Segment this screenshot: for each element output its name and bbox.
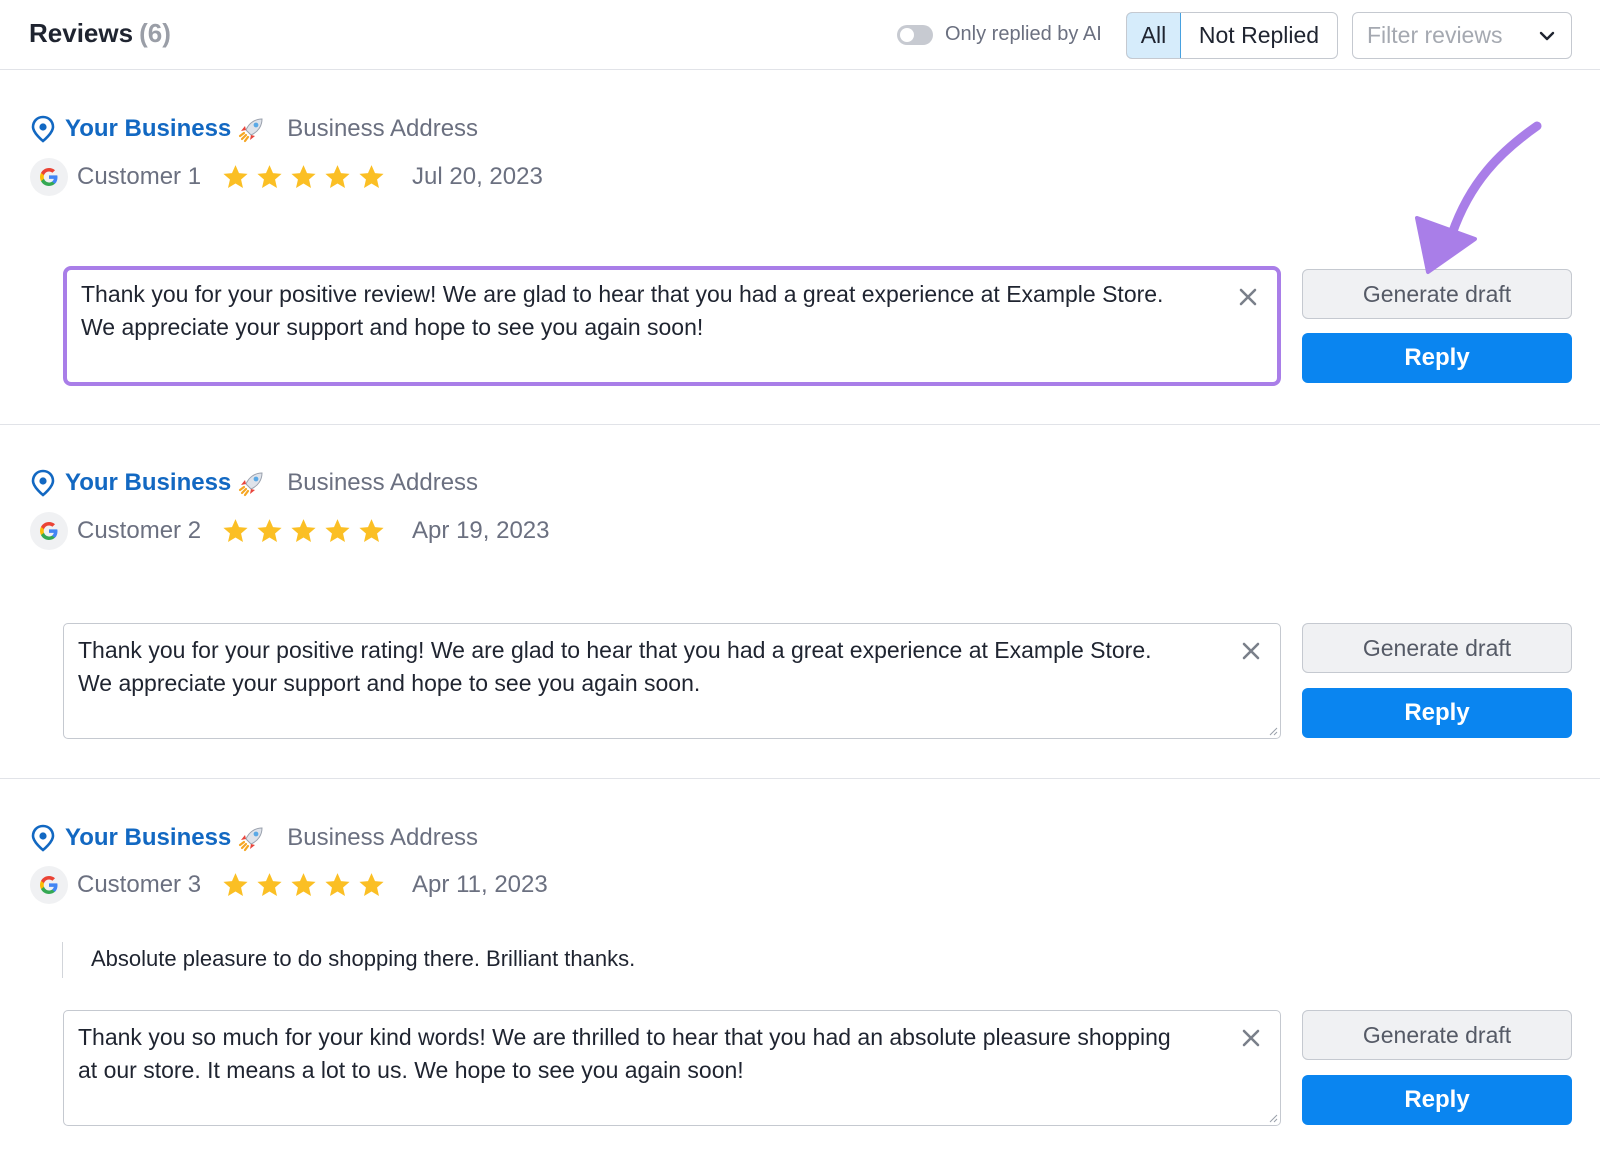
business-address: Business Address (287, 469, 479, 496)
google-icon (30, 158, 68, 196)
annotation-arrow-icon (1415, 121, 1542, 274)
review-date: Jul 20, 2023 (412, 163, 543, 190)
rocket-icon (239, 472, 263, 497)
filter-reviews-placeholder: Filter reviews (1367, 22, 1503, 48)
customer-name: Customer 2 (77, 517, 202, 544)
review-date: Apr 11, 2023 (412, 871, 548, 898)
customer-row: Customer 2 Apr 19, 2023 (30, 511, 549, 551)
clear-draft-icon[interactable] (1240, 1027, 1262, 1049)
star-rating (221, 871, 386, 900)
generate-draft-button[interactable]: Generate draft (1302, 1010, 1572, 1060)
star-icon (291, 872, 316, 896)
star-icon (223, 872, 248, 896)
business-name-link[interactable]: Your Business (65, 824, 231, 852)
rocket-icon (239, 827, 263, 852)
star-icon (291, 164, 316, 188)
business-name-link[interactable]: Your Business (65, 469, 231, 497)
ai-replied-toggle[interactable] (897, 25, 933, 45)
star-rating (221, 163, 386, 192)
page-title: Reviews (6) (29, 18, 171, 49)
customer-row: Customer 1 Jul 20, 2023 (30, 157, 543, 197)
review-count: (6) (139, 18, 171, 48)
business-name-link[interactable]: Your Business (65, 115, 231, 143)
location-pin-icon (31, 115, 55, 143)
segment-all[interactable]: All (1127, 13, 1181, 58)
resize-handle-icon[interactable] (1268, 726, 1278, 736)
customer-name: Customer 3 (77, 871, 202, 898)
star-icon (325, 164, 350, 188)
star-icon (359, 872, 384, 896)
filter-reviews-dropdown[interactable]: Filter reviews (1352, 12, 1572, 59)
review-card: Your Business Business Address Customer … (0, 425, 1600, 779)
rocket-icon (239, 118, 263, 143)
review-quote: Absolute pleasure to do shopping there. … (62, 942, 635, 978)
star-icon (359, 518, 384, 542)
review-text: Absolute pleasure to do shopping there. … (91, 946, 636, 971)
reply-draft-textarea[interactable]: Thank you for your positive review! We a… (63, 266, 1281, 386)
location-pin-icon (31, 469, 55, 497)
customer-name: Customer 1 (77, 163, 202, 190)
review-card: Your Business Business Address Customer … (0, 779, 1600, 1163)
reply-draft-text[interactable]: Thank you so much for your kind words! W… (78, 1021, 1178, 1087)
star-icon (291, 518, 316, 542)
review-date: Apr 19, 2023 (412, 517, 550, 544)
reply-draft-textarea[interactable]: Thank you so much for your kind words! W… (63, 1010, 1281, 1126)
google-icon (30, 512, 68, 550)
star-icon (223, 164, 248, 188)
review-card: Your Business Business Address Customer … (0, 70, 1600, 425)
business-address: Business Address (287, 824, 479, 851)
resize-handle-icon[interactable] (1268, 1113, 1278, 1123)
reply-button[interactable]: Reply (1302, 333, 1572, 383)
star-icon (257, 164, 282, 188)
business-row: Your Business Business Address (30, 114, 478, 144)
page-title-text: Reviews (29, 18, 134, 48)
clear-draft-icon[interactable] (1237, 286, 1259, 308)
star-icon (325, 872, 350, 896)
reply-draft-text[interactable]: Thank you for your positive rating! We a… (78, 634, 1178, 700)
segment-not-replied[interactable]: Not Replied (1181, 13, 1337, 58)
reply-button[interactable]: Reply (1302, 1075, 1572, 1125)
star-icon (223, 518, 248, 542)
generate-draft-button[interactable]: Generate draft (1302, 623, 1572, 673)
star-icon (325, 518, 350, 542)
reply-status-segmented-control: All Not Replied (1126, 12, 1338, 59)
reply-button[interactable]: Reply (1302, 688, 1572, 738)
star-rating (221, 517, 386, 546)
chevron-down-icon (1539, 31, 1555, 40)
google-icon (30, 866, 68, 904)
location-pin-icon (31, 824, 55, 852)
customer-row: Customer 3 Apr 11, 2023 (30, 865, 548, 905)
business-row: Your Business Business Address (30, 468, 478, 498)
reply-draft-textarea[interactable]: Thank you for your positive rating! We a… (63, 623, 1281, 739)
star-icon (257, 518, 282, 542)
reply-draft-text[interactable]: Thank you for your positive review! We a… (81, 278, 1181, 344)
clear-draft-icon[interactable] (1240, 640, 1262, 662)
business-row: Your Business Business Address (30, 823, 478, 853)
star-icon (359, 164, 384, 188)
toggle-knob (900, 28, 914, 42)
business-address: Business Address (287, 115, 479, 142)
reviews-header: Reviews (6) Only replied by AI All Not Re… (0, 0, 1600, 70)
ai-replied-toggle-label: Only replied by AI (945, 23, 1102, 45)
star-icon (257, 872, 282, 896)
